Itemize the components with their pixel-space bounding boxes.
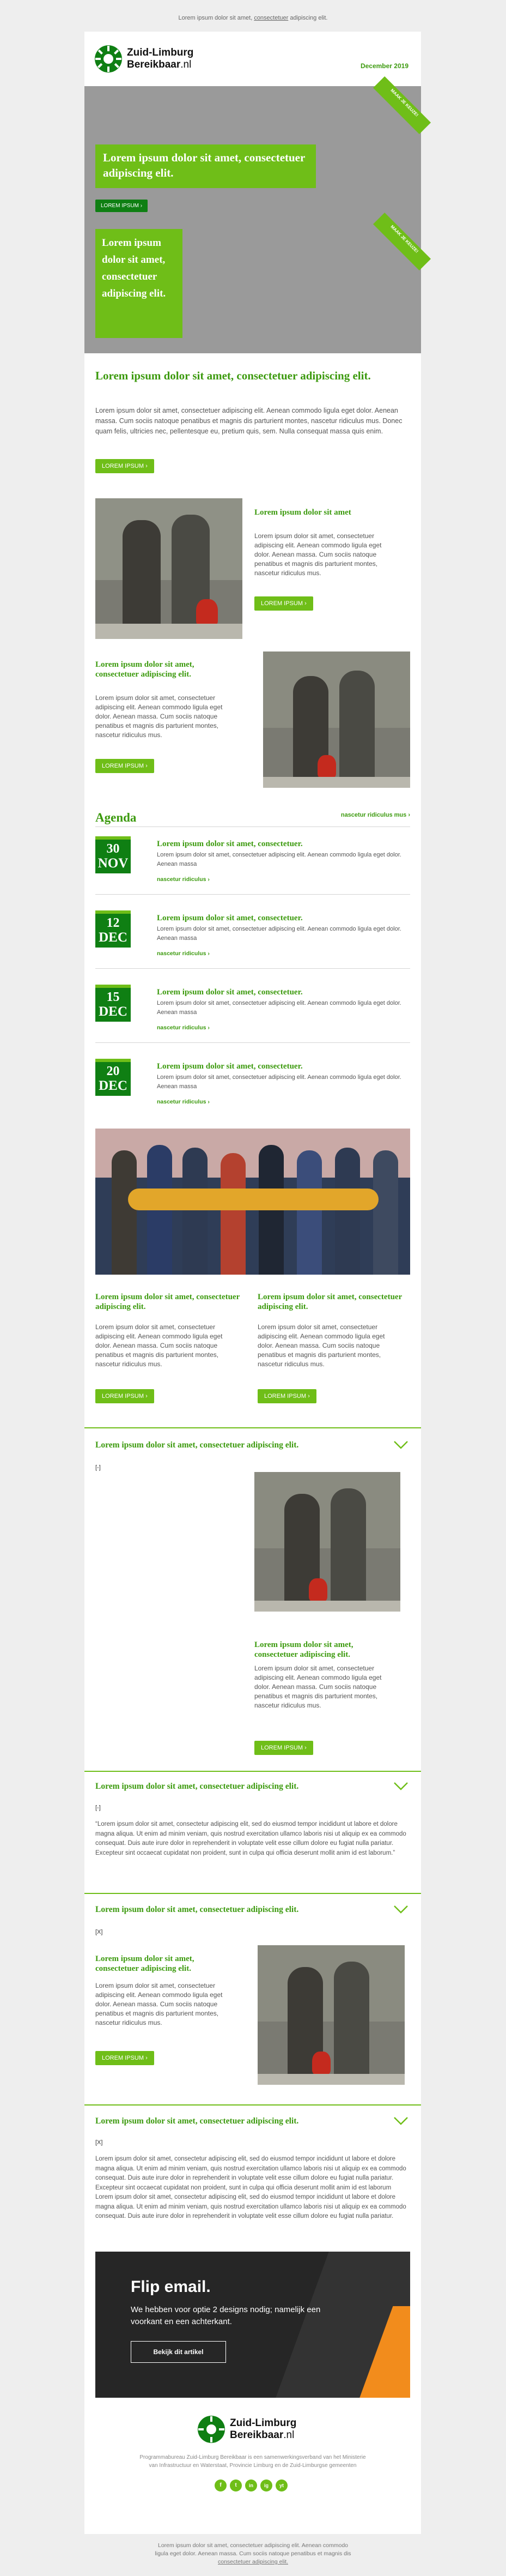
accordion3-title[interactable]: Lorem ipsum dolor sit amet, consectetuer…	[95, 1905, 368, 1915]
flip-title: Flip email.	[131, 2278, 211, 2296]
hero-side-text: Lorem ipsum dolor sit amet, consectetuer…	[95, 229, 182, 338]
feature1-body: Lorem ipsum dolor sit amet, consectetuer…	[254, 532, 382, 577]
agenda-item-title-1: Lorem ipsum dolor sit amet, consectetuer…	[157, 840, 303, 848]
bottom-bar: Lorem ipsum dolor sit amet, consectetuer…	[0, 2534, 506, 2576]
chevron-down-icon[interactable]	[393, 1905, 409, 1914]
twocol-right-title: Lorem ipsum dolor sit amet, consectetuer…	[258, 1293, 402, 1311]
agenda-divider-2	[95, 968, 410, 969]
agenda-title: Agenda	[95, 811, 137, 824]
accordion1-card-body: Lorem ipsum dolor sit amet, consectetuer…	[254, 1664, 382, 1709]
logo-icon	[198, 2416, 225, 2443]
agenda-item-link-3[interactable]: nascetur ridiculus ›	[157, 1024, 210, 1031]
feature-photo-1	[95, 498, 242, 639]
accordion1-top-line	[84, 1427, 421, 1428]
feature2-button[interactable]: LOREM IPSUM ›	[95, 759, 154, 773]
twitter-icon[interactable]: t	[230, 2480, 242, 2491]
agenda-item-title-3: Lorem ipsum dolor sit amet, consectetuer…	[157, 988, 303, 997]
agenda-item-body-4: Lorem ipsum dolor sit amet, consectetuer…	[157, 1074, 401, 1090]
accordion3-card-body: Lorem ipsum dolor sit amet, consectetuer…	[95, 1982, 223, 2026]
accordion4-body: Lorem ipsum dolor sit amet, consectetur …	[95, 2156, 406, 2219]
group-photo	[95, 1129, 410, 1275]
agenda-item-body-1: Lorem ipsum dolor sit amet, consectetuer…	[157, 852, 401, 867]
agenda-date-4: 20 DEC	[95, 1059, 131, 1096]
logo[interactable]: Zuid-Limburg Bereikbaar.nl	[94, 43, 225, 76]
preheader-link[interactable]: consectetuer	[254, 15, 288, 21]
flip-text: We hebben voor optie 2 designs nodig; na…	[131, 2305, 321, 2326]
instagram-icon[interactable]: ig	[260, 2480, 272, 2491]
agenda-date-2: 12 DEC	[95, 910, 131, 948]
flip-button[interactable]: Bekijk dit artikel	[131, 2341, 226, 2363]
linkedin-icon[interactable]: in	[245, 2480, 257, 2491]
twocol-left-body: Lorem ipsum dolor sit amet, consectetuer…	[95, 1323, 223, 1368]
footer-logo-line2: Bereikbaar.nl	[230, 2429, 295, 2441]
chevron-down-icon[interactable]	[393, 1440, 409, 1449]
facebook-icon[interactable]: f	[215, 2480, 227, 2491]
accordion3-top-line	[84, 1893, 421, 1894]
accordion1-photo	[254, 1472, 400, 1612]
feature-photo-2	[263, 651, 410, 788]
issue-date: December 2019	[360, 62, 409, 70]
twocol-left-title: Lorem ipsum dolor sit amet, consectetuer…	[95, 1293, 240, 1311]
agenda-item-body-2: Lorem ipsum dolor sit amet, consectetuer…	[157, 926, 401, 942]
agenda-item-body-3: Lorem ipsum dolor sit amet, consectetuer…	[157, 1000, 401, 1016]
hero-button[interactable]: LOREM IPSUM ›	[95, 200, 148, 212]
agenda-divider-1	[95, 894, 410, 895]
accordion4-marker[interactable]: [X]	[95, 2139, 102, 2146]
feature2-body: Lorem ipsum dolor sit amet, consectetuer…	[95, 694, 223, 739]
accordion1-title[interactable]: Lorem ipsum dolor sit amet, consectetuer…	[95, 1440, 368, 1450]
agenda-item-link-1[interactable]: nascetur ridiculus ›	[157, 876, 210, 883]
chevron-down-icon[interactable]	[393, 1782, 409, 1790]
feature1-title: Lorem ipsum dolor sit amet	[254, 508, 351, 517]
chevron-down-icon[interactable]	[393, 2116, 409, 2125]
agenda-divider-3	[95, 1042, 410, 1043]
agenda-date-3: 15 DEC	[95, 985, 131, 1022]
accordion3-marker[interactable]: [X]	[95, 1929, 102, 1935]
agenda-item-title-4: Lorem ipsum dolor sit amet, consectetuer…	[157, 1062, 303, 1071]
logo-line1: Zuid-Limburg	[127, 47, 194, 58]
bottom-bar-link[interactable]: consectetuer adipiscing elit.	[218, 2559, 288, 2565]
preheader-bar: Lorem ipsum dolor sit amet, consectetuer…	[0, 0, 506, 32]
accordion2-top-line	[84, 1771, 421, 1772]
twocol-right-button[interactable]: LOREM IPSUM ›	[258, 1389, 316, 1403]
twocol-left-button[interactable]: LOREM IPSUM ›	[95, 1389, 154, 1403]
footer-text: Programmabureau Zuid-Limburg Bereikbaar …	[139, 2454, 366, 2469]
footer-logo[interactable]: Zuid-Limburg Bereikbaar.nl	[197, 2414, 312, 2445]
logo-icon	[95, 45, 122, 73]
footer-logo-line1: Zuid-Limburg	[230, 2417, 297, 2429]
feature1-button[interactable]: LOREM IPSUM ›	[254, 596, 313, 611]
accordion3-button[interactable]: LOREM IPSUM ›	[95, 2051, 154, 2065]
agenda-date-1: 30 NOV	[95, 836, 131, 873]
twocol-right-body: Lorem ipsum dolor sit amet, consectetuer…	[258, 1323, 385, 1368]
agenda-item-title-2: Lorem ipsum dolor sit amet, consectetuer…	[157, 914, 303, 922]
social-icons: f t in ig yt	[215, 2480, 291, 2493]
agenda-more-link[interactable]: nascetur ridiculus mus ›	[305, 812, 410, 818]
accordion1-marker[interactable]: [-]	[95, 1464, 101, 1471]
accordion4-title[interactable]: Lorem ipsum dolor sit amet, consectetuer…	[95, 2116, 368, 2126]
agenda-item-link-2[interactable]: nascetur ridiculus ›	[157, 950, 210, 957]
accordion3-photo	[258, 1945, 405, 2085]
accordion4-top-line	[84, 2104, 421, 2106]
accordion1-button[interactable]: LOREM IPSUM ›	[254, 1741, 313, 1755]
intro-body: Lorem ipsum dolor sit amet, consectetuer…	[95, 407, 403, 435]
accordion3-card-title: Lorem ipsum dolor sit amet, consectetuer…	[95, 1954, 194, 1973]
agenda-item-link-4[interactable]: nascetur ridiculus ›	[157, 1099, 210, 1105]
accordion2-quote: “Lorem ipsum dolor sit amet, consectetur…	[95, 1821, 406, 1856]
hero-title: Lorem ipsum dolor sit amet, consectetuer…	[95, 144, 316, 188]
accordion1-card-title: Lorem ipsum dolor sit amet, consectetuer…	[254, 1640, 353, 1659]
accordion2-marker[interactable]: [-]	[95, 1805, 101, 1811]
logo-line2: Bereikbaar.nl	[127, 59, 192, 70]
intro-button[interactable]: LOREM IPSUM ›	[95, 459, 154, 473]
intro-title: Lorem ipsum dolor sit amet, consectetuer…	[95, 369, 371, 382]
feature2-title: Lorem ipsum dolor sit amet, consectetuer…	[95, 660, 194, 679]
youtube-icon[interactable]: yt	[276, 2480, 288, 2491]
accordion2-title[interactable]: Lorem ipsum dolor sit amet, consectetuer…	[95, 1782, 368, 1791]
